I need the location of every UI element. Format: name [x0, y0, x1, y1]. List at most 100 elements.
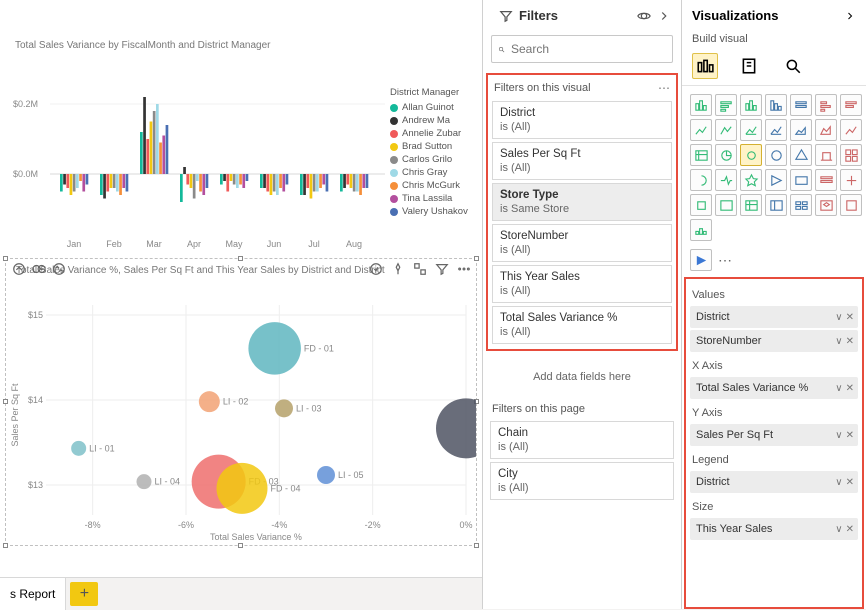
chart1-legend: District Manager Allan Guinot Andrew Ma … — [390, 87, 475, 219]
chevron-down-icon[interactable]: ∨ — [835, 336, 842, 347]
scatter-chart-visual[interactable]: Total Sales Variance %, Sales Per Sq Ft … — [5, 258, 477, 546]
section-heading: Filters on this visual — [494, 82, 591, 94]
page-tab-strip: s Report + — [0, 577, 482, 609]
filter-card[interactable]: Cityis (All) — [490, 462, 674, 500]
visual-type-icon[interactable] — [840, 169, 862, 191]
drill-up-icon[interactable] — [12, 262, 26, 276]
remove-field-icon[interactable]: ✕ — [846, 430, 854, 441]
focus-mode-icon[interactable] — [413, 262, 427, 276]
bar-chart-visual[interactable]: Total Sales Variance by FiscalMonth and … — [5, 32, 477, 252]
visual-type-icon[interactable] — [690, 119, 712, 141]
field-well[interactable]: StoreNumber∨✕ — [690, 330, 858, 352]
legend-item: Valery Ushakov — [402, 206, 468, 217]
visual-type-icon[interactable] — [840, 194, 862, 216]
visual-type-icon[interactable] — [815, 144, 837, 166]
visual-type-icon[interactable] — [715, 144, 737, 166]
visual-type-icon[interactable] — [765, 144, 787, 166]
add-data-fields-prompt[interactable]: Add data fields here — [483, 355, 681, 399]
visual-type-icon[interactable] — [840, 144, 862, 166]
copy-icon[interactable] — [369, 262, 383, 276]
visual-type-icon[interactable] — [790, 119, 812, 141]
chevron-down-icon[interactable]: ∨ — [835, 383, 842, 394]
remove-field-icon[interactable]: ✕ — [846, 336, 854, 347]
visual-type-icon[interactable] — [815, 94, 837, 116]
visual-type-icon[interactable] — [690, 144, 712, 166]
more-options-icon[interactable] — [457, 262, 471, 276]
visual-type-icon[interactable] — [765, 194, 787, 216]
legend-item: Chris Gray — [402, 167, 447, 178]
chevron-down-icon[interactable]: ∨ — [835, 524, 842, 535]
filter-icon[interactable] — [435, 262, 449, 276]
visual-type-icon[interactable] — [790, 144, 812, 166]
visual-type-icon[interactable] — [690, 169, 712, 191]
visual-type-icon[interactable] — [715, 194, 737, 216]
visual-type-icon[interactable] — [690, 194, 712, 216]
svg-text:Total Sales Variance %: Total Sales Variance % — [210, 532, 302, 542]
legend-item: Tina Lassila — [402, 193, 452, 204]
visual-type-icon[interactable] — [740, 194, 762, 216]
remove-field-icon[interactable]: ✕ — [846, 383, 854, 394]
legend-title: District Manager — [390, 87, 475, 98]
svg-text:FD - 01: FD - 01 — [304, 343, 334, 353]
chevron-down-icon[interactable]: ∨ — [835, 430, 842, 441]
visual-type-icon[interactable] — [690, 219, 712, 241]
section-more-icon[interactable]: ⋯ — [658, 81, 670, 95]
analytics-tab[interactable] — [780, 53, 806, 79]
field-well[interactable]: Sales Per Sq Ft∨✕ — [690, 424, 858, 446]
remove-field-icon[interactable]: ✕ — [846, 524, 854, 535]
visual-type-icon[interactable] — [740, 119, 762, 141]
field-well[interactable]: Total Sales Variance %∨✕ — [690, 377, 858, 399]
visual-type-icon[interactable] — [840, 119, 862, 141]
visual-type-icon[interactable] — [740, 94, 762, 116]
visual-type-icon[interactable] — [790, 169, 812, 191]
report-canvas[interactable]: Total Sales Variance by FiscalMonth and … — [0, 0, 482, 609]
visual-type-icon[interactable] — [765, 94, 787, 116]
field-well[interactable]: This Year Sales∨✕ — [690, 518, 858, 540]
format-visual-tab[interactable] — [736, 53, 762, 79]
filter-card[interactable]: This Year Salesis (All) — [492, 265, 672, 303]
section-heading: Filters on this page — [492, 403, 585, 415]
add-page-button[interactable]: + — [70, 582, 98, 606]
page-tab[interactable]: s Report — [0, 578, 66, 610]
drill-down-icon[interactable] — [32, 262, 46, 276]
filter-card[interactable]: Total Sales Variance %is (All) — [492, 306, 672, 344]
expand-all-icon[interactable] — [52, 262, 66, 276]
visual-type-icon[interactable] — [690, 94, 712, 116]
pin-icon[interactable] — [391, 262, 405, 276]
visual-type-icon[interactable] — [815, 194, 837, 216]
show-filters-icon[interactable] — [637, 9, 651, 23]
field-wells: Values District∨✕ StoreNumber∨✕ X Axis T… — [684, 277, 864, 609]
collapse-pane-icon[interactable] — [657, 9, 671, 23]
field-well[interactable]: District∨✕ — [690, 306, 858, 328]
visual-type-icon[interactable] — [740, 144, 762, 166]
visual-type-icon[interactable] — [715, 119, 737, 141]
chevron-down-icon[interactable]: ∨ — [835, 477, 842, 488]
svg-text:Jun: Jun — [267, 239, 282, 249]
visual-type-icon[interactable] — [740, 169, 762, 191]
remove-field-icon[interactable]: ✕ — [846, 312, 854, 323]
chevron-down-icon[interactable]: ∨ — [835, 312, 842, 323]
visual-type-icon[interactable] — [840, 94, 862, 116]
visual-type-icon[interactable] — [765, 169, 787, 191]
visual-type-icon[interactable] — [715, 94, 737, 116]
visual-type-icon[interactable] — [815, 119, 837, 141]
visual-type-icon[interactable] — [790, 94, 812, 116]
filter-search-input[interactable] — [511, 42, 666, 56]
power-automate-visual[interactable] — [690, 249, 712, 271]
filter-card[interactable]: Sales Per Sq Ftis (All) — [492, 142, 672, 180]
svg-text:$15: $15 — [28, 310, 43, 320]
build-visual-tab[interactable] — [692, 53, 718, 79]
collapse-pane-icon[interactable] — [844, 10, 856, 22]
filter-card[interactable]: Chainis (All) — [490, 421, 674, 459]
filter-card[interactable]: Store Typeis Same Store — [492, 183, 672, 221]
visual-type-icon[interactable] — [815, 169, 837, 191]
filter-search[interactable] — [491, 35, 673, 63]
filter-card[interactable]: StoreNumberis (All) — [492, 224, 672, 262]
visual-type-icon[interactable] — [715, 169, 737, 191]
visual-type-icon[interactable] — [765, 119, 787, 141]
more-visuals-icon[interactable]: ⋯ — [718, 252, 732, 269]
filter-card[interactable]: Districtis (All) — [492, 101, 672, 139]
field-well[interactable]: District∨✕ — [690, 471, 858, 493]
visual-type-icon[interactable] — [790, 194, 812, 216]
remove-field-icon[interactable]: ✕ — [846, 477, 854, 488]
